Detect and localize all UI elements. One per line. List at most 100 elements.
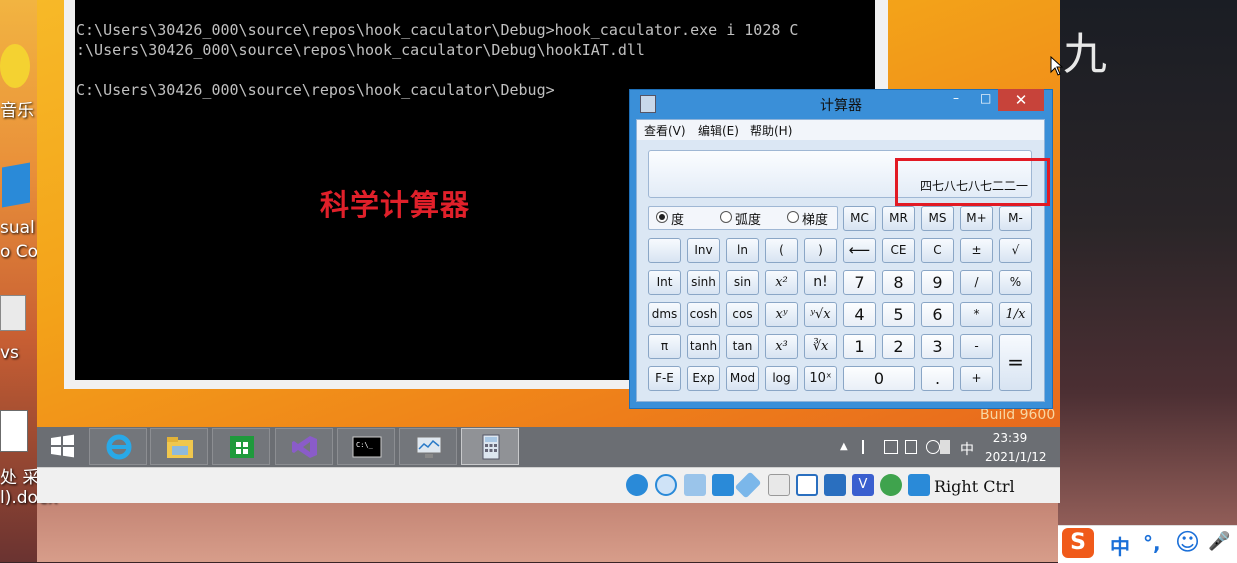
degrees-radio[interactable] xyxy=(656,211,668,223)
key-percent[interactable]: % xyxy=(999,270,1032,295)
key-0[interactable]: 0 xyxy=(843,366,915,391)
key-square[interactable]: x² xyxy=(765,270,798,295)
key-add[interactable]: + xyxy=(960,366,993,391)
key-3[interactable]: 3 xyxy=(921,334,954,359)
store-button[interactable] xyxy=(212,428,270,465)
key-6[interactable]: 6 xyxy=(921,302,954,327)
key-subtract[interactable]: - xyxy=(960,334,993,359)
key-8[interactable]: 8 xyxy=(882,270,915,295)
ime-indicator[interactable]: 中 xyxy=(960,439,974,459)
close-button[interactable]: ✕ xyxy=(998,89,1044,111)
key-tan[interactable]: tan xyxy=(726,334,759,359)
guest-additions-icon[interactable] xyxy=(880,474,902,496)
calc-button[interactable] xyxy=(461,428,519,465)
key-inv[interactable]: Inv xyxy=(687,238,720,263)
key-dms[interactable]: dms xyxy=(648,302,681,327)
tray-overflow-icon[interactable]: ▲ xyxy=(840,441,848,452)
microphone-icon[interactable]: 🎤 xyxy=(1208,531,1230,552)
key-sin[interactable]: sin xyxy=(726,270,759,295)
key-factorial[interactable]: n! xyxy=(804,270,837,295)
key-divide[interactable]: / xyxy=(960,270,993,295)
desktop-icon-label[interactable]: 处 采 xyxy=(0,463,39,488)
desktop-icon-label[interactable]: vs xyxy=(0,343,19,363)
desktop-icon-label[interactable]: o Co xyxy=(0,242,38,262)
vtx-icon[interactable]: V xyxy=(852,474,874,496)
key-exp[interactable]: Exp xyxy=(687,366,720,391)
optical-drive-icon[interactable] xyxy=(626,474,648,496)
key-mplus[interactable]: M+ xyxy=(960,206,993,231)
network-adapter-icon[interactable] xyxy=(712,474,734,496)
shared-folder-icon[interactable] xyxy=(768,474,790,496)
download-icon[interactable] xyxy=(908,474,930,496)
key-cos[interactable]: cos xyxy=(726,302,759,327)
music-app-icon[interactable] xyxy=(0,44,30,88)
disc-icon[interactable] xyxy=(655,474,677,496)
ime-punctuation-button[interactable]: °, xyxy=(1143,531,1161,555)
key-4[interactable]: 4 xyxy=(843,302,876,327)
desktop-icon-label[interactable]: sual xyxy=(0,218,35,238)
perfmon-button[interactable] xyxy=(399,428,457,465)
key-nth-root[interactable]: ʸ√x xyxy=(804,302,837,327)
visual-studio-icon[interactable] xyxy=(2,162,30,208)
key-ln[interactable]: ln xyxy=(726,238,759,263)
key-sqrt[interactable]: √ xyxy=(999,238,1032,263)
key-multiply[interactable]: * xyxy=(960,302,993,327)
volume-icon[interactable] xyxy=(926,440,940,454)
start-button[interactable] xyxy=(48,432,76,460)
cmd-button[interactable]: C:\_ xyxy=(337,428,395,465)
key-mr[interactable]: MR xyxy=(882,206,915,231)
explorer-button[interactable] xyxy=(150,428,208,465)
sogou-logo-icon[interactable]: S xyxy=(1062,528,1094,558)
grads-radio[interactable] xyxy=(787,211,799,223)
key-negate[interactable]: ± xyxy=(960,238,993,263)
key-cosh[interactable]: cosh xyxy=(687,302,720,327)
key-tanh[interactable]: tanh xyxy=(687,334,720,359)
recording-icon[interactable] xyxy=(824,474,846,496)
desktop-icon-label[interactable]: 音乐 xyxy=(0,96,34,121)
display-icon[interactable] xyxy=(796,474,818,496)
flag-icon[interactable] xyxy=(862,440,876,454)
keyboard-icon[interactable] xyxy=(940,440,950,454)
key-open-paren[interactable]: ( xyxy=(765,238,798,263)
emoji-icon[interactable]: ☺ xyxy=(1175,528,1200,556)
minimize-button[interactable]: – xyxy=(953,91,959,105)
key-power[interactable]: xʸ xyxy=(765,302,798,327)
key-1[interactable]: 1 xyxy=(843,334,876,359)
key-ce[interactable]: CE xyxy=(882,238,915,263)
network-icon[interactable] xyxy=(905,440,917,454)
vs-button[interactable] xyxy=(275,428,333,465)
key-mminus[interactable]: M- xyxy=(999,206,1032,231)
key-cube-root[interactable]: ∛x xyxy=(804,334,837,359)
radians-radio[interactable] xyxy=(720,211,732,223)
key-9[interactable]: 9 xyxy=(921,270,954,295)
key-int[interactable]: Int xyxy=(648,270,681,295)
key-decimal[interactable]: . xyxy=(921,366,954,391)
key-pi[interactable]: π xyxy=(648,334,681,359)
key-sinh[interactable]: sinh xyxy=(687,270,720,295)
maximize-button[interactable]: □ xyxy=(980,91,991,105)
key-2[interactable]: 2 xyxy=(882,334,915,359)
clock-date[interactable]: 2021/1/12 xyxy=(985,450,1047,464)
key-ms[interactable]: MS xyxy=(921,206,954,231)
document-icon[interactable] xyxy=(0,410,28,452)
key-7[interactable]: 7 xyxy=(843,270,876,295)
menu-edit[interactable]: 编辑(E) xyxy=(698,122,739,139)
key-close-paren[interactable]: ) xyxy=(804,238,837,263)
menu-view[interactable]: 查看(V) xyxy=(644,122,686,139)
key-mc[interactable]: MC xyxy=(843,206,876,231)
audio-icon[interactable] xyxy=(684,474,706,496)
key-log[interactable]: log xyxy=(765,366,798,391)
clock-time[interactable]: 23:39 xyxy=(985,431,1035,445)
menu-help[interactable]: 帮助(H) xyxy=(750,122,792,139)
key-cube[interactable]: x³ xyxy=(765,334,798,359)
key-mod[interactable]: Mod xyxy=(726,366,759,391)
ime-mode-button[interactable]: 中 xyxy=(1110,531,1130,560)
ie-button[interactable] xyxy=(89,428,147,465)
key-equals[interactable]: = xyxy=(999,334,1032,391)
vs-shortcut-icon[interactable] xyxy=(0,295,26,331)
key-backspace[interactable]: ⟵ xyxy=(843,238,876,263)
key-5[interactable]: 5 xyxy=(882,302,915,327)
key-c[interactable]: C xyxy=(921,238,954,263)
key-ten-power[interactable]: 10ˣ xyxy=(804,366,837,391)
key-fe[interactable]: F-E xyxy=(648,366,681,391)
